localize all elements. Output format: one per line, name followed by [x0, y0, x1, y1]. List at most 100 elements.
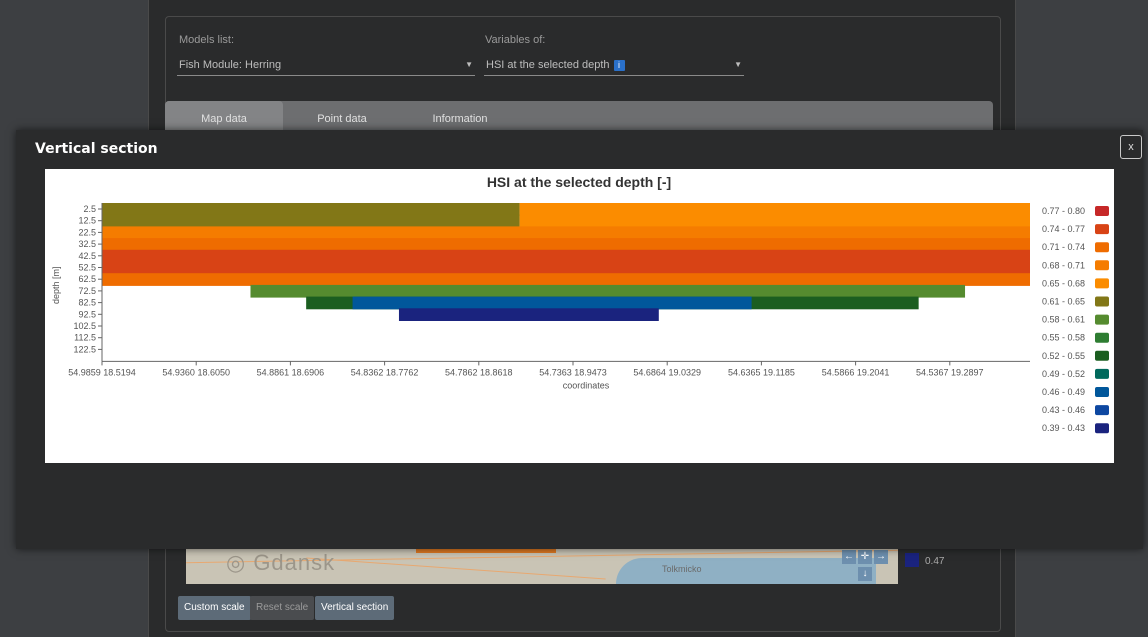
heatmap-cell [398, 308, 659, 321]
legend-label: 0.43 - 0.46 [1042, 405, 1085, 415]
modal-title: Vertical section [35, 141, 158, 157]
legend-swatch [1095, 296, 1109, 307]
x-tick-label: 54.9360 18.6050 [162, 367, 230, 377]
model-select[interactable]: Fish Module: Herring ▼ [177, 56, 475, 76]
chevron-down-icon: ▼ [734, 60, 742, 69]
x-tick-label: 54.6365 19.1185 [728, 367, 795, 377]
info-icon[interactable]: i [613, 60, 625, 71]
x-tick-label: 54.5866 19.2041 [822, 367, 890, 377]
legend-swatch [1095, 405, 1109, 416]
legend-label: 0.39 - 0.43 [1042, 423, 1085, 433]
map-logo: ◎ Gdansk [226, 550, 336, 575]
tab-map-data-label: Map data [201, 113, 247, 125]
chevron-down-icon: ▼ [465, 60, 473, 69]
legend-swatch [1095, 368, 1109, 379]
tab-information-label: Information [432, 113, 488, 125]
close-button[interactable]: x [1120, 135, 1142, 159]
variable-select-value: HSI at the selected depth i [486, 59, 625, 71]
legend-swatch [1095, 423, 1109, 434]
legend-label: 0.74 - 0.77 [1042, 224, 1085, 234]
legend-label: 0.61 - 0.65 [1042, 297, 1085, 307]
heatmap-chart: HSI at the selected depth [-] 2.5 12.522.5… [51, 174, 1109, 434]
y-tick-label: 72.5 [78, 286, 96, 296]
reset-scale-button[interactable]: Reset scale [250, 596, 315, 620]
x-tick-label: 54.9859 18.5194 [68, 367, 136, 377]
map-road [306, 557, 606, 580]
heatmap-cell [102, 214, 520, 228]
x-tick-label: 54.7862 18.8618 [445, 367, 513, 377]
legend-swatch [1095, 350, 1109, 361]
legend-label: 0.77 - 0.80 [1042, 206, 1085, 216]
legend-label: 0.68 - 0.71 [1042, 260, 1085, 270]
heatmap-cell [102, 203, 520, 216]
chart-title: HSI at the selected depth [-] [487, 174, 671, 190]
y-axis-label: depth [m] [51, 266, 61, 304]
variable-select[interactable]: HSI at the selected depth i ▼ [484, 56, 744, 76]
tab-point-data[interactable]: Point data [283, 101, 401, 131]
custom-scale-button[interactable]: Custom scale [178, 596, 251, 620]
heatmap-cell [519, 203, 1030, 216]
x-tick-label: 54.5367 19.2897 [916, 367, 984, 377]
map-logo-text: Gdansk [253, 550, 336, 575]
heatmap-cell [519, 214, 1030, 228]
y-tick-label: 42.5 [78, 251, 96, 261]
y-tick-label: 12.5 [78, 216, 96, 226]
heatmap-cell [102, 273, 1030, 286]
legend-swatch [1095, 278, 1109, 289]
legend-swatch [1095, 332, 1109, 343]
legend-label: 0.65 - 0.68 [1042, 278, 1085, 288]
x-tick-label: 54.6864 19.0329 [633, 367, 701, 377]
model-select-value: Fish Module: Herring [179, 59, 282, 71]
tab-point-data-label: Point data [317, 113, 367, 125]
legend-label: 0.55 - 0.58 [1042, 333, 1085, 343]
legend-swatch [1095, 224, 1109, 235]
variable-select-text: HSI at the selected depth [486, 59, 610, 71]
chart-container: HSI at the selected depth [-] 2.5 12.5 22.5… [45, 169, 1114, 463]
tab-bar: Map data Point data Information [165, 101, 993, 131]
x-axis-label: coordinates [563, 380, 610, 390]
x-tick-label: 54.7363 18.9473 [539, 367, 607, 377]
x-tick-label: 54.8362 18.7762 [351, 367, 419, 377]
legend-label: 0.52 - 0.55 [1042, 351, 1085, 361]
vertical-section-button[interactable]: Vertical section [315, 596, 395, 620]
y-tick-label: 52.5 [78, 263, 96, 273]
y-tick-label: 22.5 [78, 227, 96, 237]
x-tick-label: 54.8861 18.6906 [257, 367, 325, 377]
y-tick-label: 82.5 [78, 298, 96, 308]
map-water [616, 558, 876, 584]
y-tick-label: 32.5 [78, 239, 96, 249]
heatmap-cell [102, 226, 1030, 240]
y-tick-label: 102.5 [73, 321, 96, 331]
y-tick-label: 2.5 [83, 204, 96, 214]
legend-label: 0.49 - 0.52 [1042, 369, 1085, 379]
legend-swatch [1095, 314, 1109, 325]
tab-map-data[interactable]: Map data [165, 101, 283, 131]
heatmap-cell [102, 261, 1030, 275]
heatmap-cell [102, 249, 1030, 263]
legend-label: 0.58 - 0.61 [1042, 315, 1085, 325]
legend-swatch [1095, 206, 1109, 216]
map-view[interactable]: ◎ Gdansk Tolkmicko ← ✛ → ↓ [186, 548, 898, 584]
models-list-label: Models list: [179, 34, 235, 46]
y-tick-label: 112.5 [74, 333, 96, 343]
arrow-right-icon[interactable]: → [874, 550, 888, 564]
crosshair-icon[interactable]: ✛ [858, 550, 872, 564]
map-town-label: Tolkmicko [662, 564, 702, 574]
y-tick-label: 62.5 [78, 274, 96, 284]
arrow-left-icon[interactable]: ← [842, 550, 856, 564]
heatmap-cell [102, 238, 1030, 251]
map-legend-swatch [905, 553, 919, 567]
heatmap-cell [352, 296, 752, 310]
arrow-down-icon[interactable]: ↓ [858, 567, 872, 581]
legend-label: 0.71 - 0.74 [1042, 242, 1085, 252]
legend-label: 0.46 - 0.49 [1042, 387, 1085, 397]
legend-swatch [1095, 387, 1109, 397]
tab-information[interactable]: Information [401, 101, 519, 131]
y-tick-label: 122.5 [73, 344, 96, 354]
legend-swatch [1095, 260, 1109, 271]
legend-swatch [1095, 242, 1109, 253]
map-legend-value: 0.47 [925, 556, 945, 567]
heatmap-cell [250, 284, 966, 298]
y-tick-label: 92.5 [78, 309, 96, 319]
variables-of-label: Variables of: [485, 34, 546, 46]
